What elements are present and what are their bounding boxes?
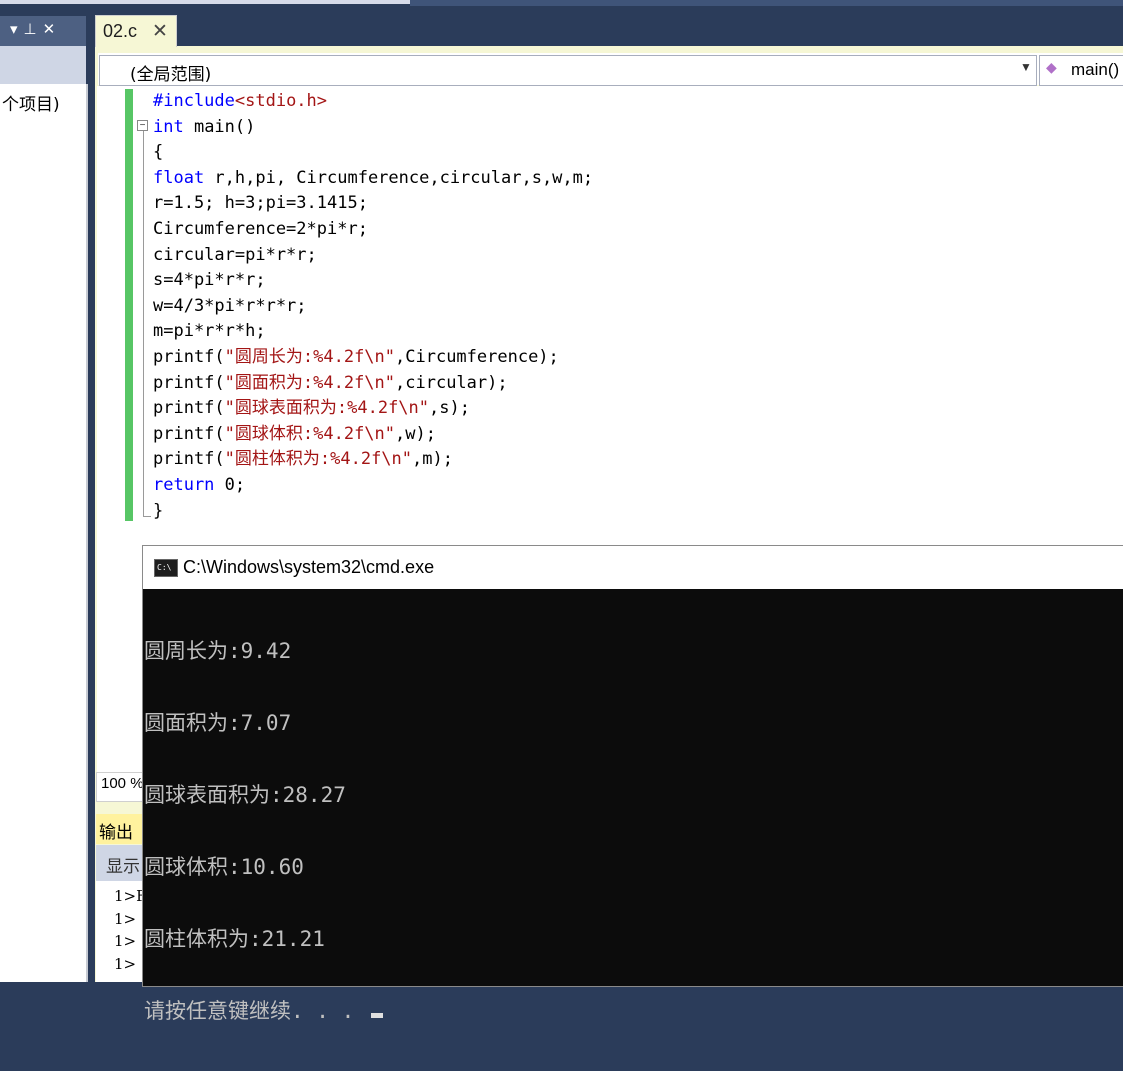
- panel-header-icons: ▾⊥✕: [10, 20, 61, 38]
- scope-dropdown[interactable]: [99, 55, 1037, 86]
- console-window[interactable]: C:\ C:\Windows\system32\cmd.exe 圆周长为:9.4…: [142, 545, 1123, 1023]
- scope-dropdown-arrow-icon[interactable]: ▼: [1020, 60, 1032, 74]
- code-token: int: [153, 116, 184, 137]
- code-line[interactable]: printf("圆球表面积为:%4.2f\n",s);: [153, 396, 593, 422]
- code-line[interactable]: float r,h,pi, Circumference,circular,s,w…: [153, 166, 593, 192]
- console-line: 圆球体积:10.60: [144, 855, 304, 879]
- function-dropdown-value: main(): [1071, 60, 1120, 79]
- code-token: w=4/3*pi*r*r*r;: [153, 295, 307, 316]
- change-tracking-bar: [125, 89, 133, 521]
- fold-guide-end: [143, 516, 151, 517]
- code-token: {: [153, 142, 164, 163]
- code-token: ,Circumference);: [395, 346, 559, 367]
- code-token: s=4*pi*r*r;: [153, 270, 266, 291]
- dropdown-arrow-icon[interactable]: ▾: [10, 21, 24, 38]
- source-code[interactable]: #include<stdio.h> int main(){float r,h,pi…: [153, 89, 593, 524]
- console-title-bar[interactable]: C:\ C:\Windows\system32\cmd.exe: [143, 546, 1123, 589]
- code-token: printf(: [153, 346, 225, 367]
- console-line: 圆球表面积为:28.27: [144, 783, 346, 807]
- tab-02c[interactable]: 02.c ✕: [95, 15, 177, 47]
- code-token: ,circular);: [395, 372, 508, 393]
- code-line[interactable]: m=pi*r*r*h;: [153, 319, 593, 345]
- code-token: Circumference=2*pi*r;: [153, 218, 368, 239]
- code-line[interactable]: {: [153, 140, 593, 166]
- code-token: ,s);: [429, 398, 470, 419]
- code-line[interactable]: circular=pi*r*r;: [153, 243, 593, 269]
- code-line[interactable]: printf("圆柱体积为:%4.2f\n",m);: [153, 447, 593, 473]
- code-line[interactable]: #include<stdio.h>: [153, 89, 593, 115]
- code-token: printf(: [153, 398, 225, 419]
- code-token: 0;: [214, 474, 246, 495]
- code-token: float: [153, 167, 205, 188]
- collapse-toggle-icon[interactable]: −: [137, 120, 148, 131]
- code-token: printf(: [153, 372, 225, 393]
- code-token: r,h,pi, Circumference,circular,s,w,m;: [204, 167, 594, 188]
- code-token: m=pi*r*r*h;: [153, 321, 266, 342]
- code-line[interactable]: w=4/3*pi*r*r*r;: [153, 294, 593, 320]
- console-cursor: [370, 1013, 383, 1018]
- output-line: 1>: [114, 932, 137, 950]
- code-token: ,w);: [395, 423, 436, 444]
- console-output[interactable]: 圆周长为:9.42 圆面积为:7.07 圆球表面积为:28.27 圆球体积:10…: [143, 589, 1123, 1023]
- solution-explorer-toolbar: [0, 46, 86, 84]
- window-top-strip: [0, 0, 410, 4]
- console-lines: 圆周长为:9.42 圆面积为:7.07 圆球表面积为:28.27 圆球体积:10…: [144, 591, 383, 1071]
- console-title: C:\Windows\system32\cmd.exe: [183, 557, 435, 577]
- code-token: "圆周长为:%4.2f\n": [224, 346, 396, 367]
- code-token: printf(: [153, 423, 225, 444]
- tab-title: 02.c: [103, 21, 138, 41]
- code-token: "圆面积为:%4.2f\n": [224, 372, 396, 393]
- code-token: "圆球表面积为:%4.2f\n": [224, 398, 430, 419]
- tab-close-icon[interactable]: ✕: [152, 20, 168, 43]
- code-token: circular=pi*r*r;: [153, 244, 317, 265]
- code-line[interactable]: int main(): [153, 115, 593, 141]
- code-token: printf(: [153, 449, 225, 470]
- output-panel-title: 输出: [99, 823, 133, 843]
- function-cube-icon: ◆: [1046, 59, 1057, 75]
- code-line[interactable]: return 0;: [153, 473, 593, 499]
- output-line: 1>: [114, 910, 137, 928]
- code-token: "圆柱体积为:%4.2f\n": [224, 449, 413, 470]
- code-token: return: [153, 474, 215, 495]
- code-token: r=1.5; h=3;pi=3.1415;: [153, 193, 368, 214]
- code-token: }: [153, 500, 164, 521]
- code-line[interactable]: printf("圆周长为:%4.2f\n",Circumference);: [153, 345, 593, 371]
- close-icon[interactable]: ✕: [43, 21, 62, 38]
- console-line: 圆面积为:7.07: [144, 711, 292, 735]
- fold-guide-line: [143, 131, 144, 517]
- code-line[interactable]: s=4*pi*r*r;: [153, 268, 593, 294]
- console-line: 圆柱体积为:21.21: [144, 927, 325, 951]
- code-token: #include: [153, 91, 235, 111]
- console-app-icon: C:\: [154, 559, 178, 577]
- solution-explorer-body: [0, 84, 88, 982]
- code-token: ,m);: [412, 449, 453, 470]
- console-prompt: 请按任意键继续. . .: [144, 999, 367, 1023]
- pin-icon[interactable]: ⊥: [24, 21, 43, 38]
- code-token: "圆球体积:%4.2f\n": [224, 423, 396, 444]
- code-token: <stdio.h>: [234, 91, 328, 111]
- code-line[interactable]: printf("圆球体积:%4.2f\n",w);: [153, 422, 593, 448]
- code-line[interactable]: Circumference=2*pi*r;: [153, 217, 593, 243]
- code-token: main(): [183, 116, 256, 137]
- output-show-label: 显示: [106, 857, 140, 877]
- window-top-strip-dark: [410, 0, 1123, 6]
- console-prompt-line: 请按任意键继续. . .: [144, 999, 383, 1023]
- scope-dropdown-value: (全局范围): [130, 65, 212, 85]
- code-line[interactable]: r=1.5; h=3;pi=3.1415;: [153, 191, 593, 217]
- console-line: 圆周长为:9.42: [144, 639, 292, 663]
- output-line: 1>: [114, 955, 137, 973]
- code-line[interactable]: printf("圆面积为:%4.2f\n",circular);: [153, 371, 593, 397]
- zoom-level: 100 %: [101, 775, 144, 792]
- solution-project-label[interactable]: 个项目): [2, 90, 60, 115]
- code-line[interactable]: }: [153, 499, 593, 525]
